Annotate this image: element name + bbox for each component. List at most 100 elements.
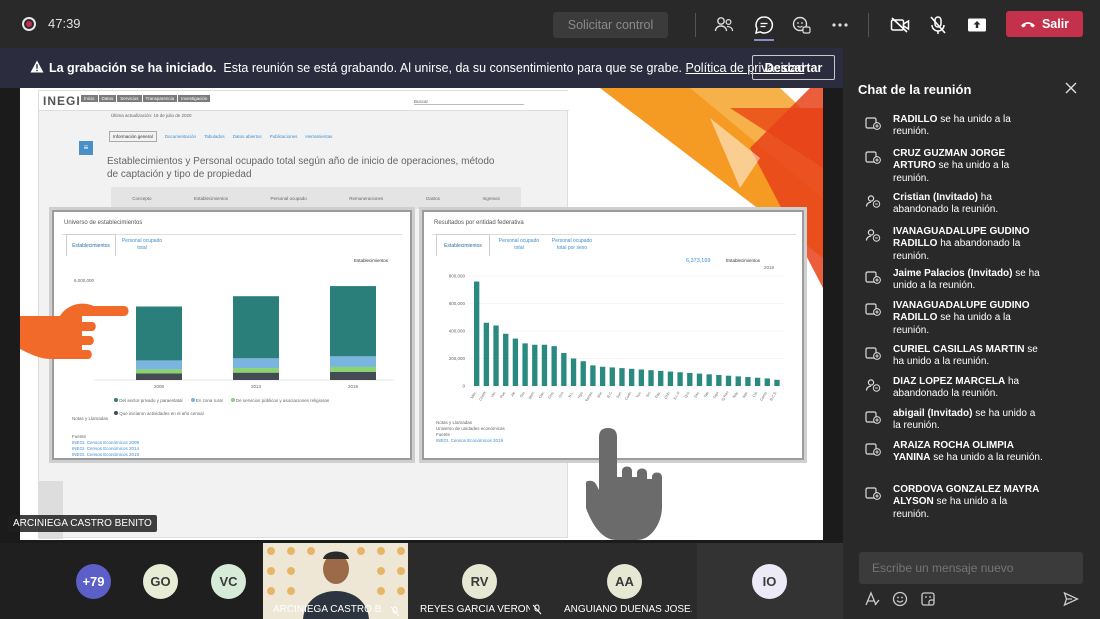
warning-icon	[30, 60, 44, 73]
x-tick-label: Yuc.	[635, 391, 642, 399]
meeting-timer: 47:39	[48, 16, 81, 31]
subtab[interactable]: Publicaciones	[270, 131, 298, 142]
site-nav-item[interactable]: Servicios	[117, 95, 142, 102]
bar-segment	[136, 360, 182, 370]
x-tick-label: Q.Roo	[721, 391, 730, 402]
participants-icon[interactable]	[711, 12, 737, 38]
source-label: Fuente	[72, 434, 87, 439]
chat-message-text: ARAIZA ROCHA OLIMPIA YANINA se ha unido …	[893, 440, 1043, 465]
bar	[648, 370, 654, 386]
source-link[interactable]: INEGI. Censos Económicos 2019	[72, 452, 139, 457]
chat-message-text: RADILLO se ha unido a la reunión.	[893, 114, 1043, 139]
bar	[599, 366, 606, 386]
reactions-icon[interactable]	[788, 12, 814, 38]
bar-segment	[330, 366, 376, 372]
x-tick-label: Dgo.	[712, 391, 719, 400]
source-link[interactable]: INEGI. Censos Económicos 2009	[72, 440, 139, 445]
x-tick-label: Oax.	[538, 391, 545, 400]
bar	[706, 374, 712, 386]
share-screen-icon[interactable]	[964, 12, 990, 38]
participant-name: REYES GARCIA VERON...	[420, 604, 530, 615]
participant-tile[interactable]: AA ANGUIANO DUEÑAS JOSE...	[552, 543, 697, 619]
leave-icon	[865, 195, 881, 208]
bar-segment	[330, 286, 376, 357]
format-icon[interactable]	[863, 590, 881, 608]
notes-heading: Notas y Llamadas	[436, 420, 473, 425]
subtab[interactable]: Tabulados	[204, 131, 225, 142]
join-icon	[865, 117, 881, 130]
source-link[interactable]: INEGI. Censos Económicos 2019	[436, 438, 503, 443]
table-header: Concepto Establecimientos Personal ocupa…	[111, 187, 521, 209]
chat-icon[interactable]	[751, 12, 777, 41]
legend-items: Del sector privado y paraestatal En zona…	[114, 398, 394, 416]
bar-segment	[136, 306, 182, 361]
avatar[interactable]: VC	[211, 564, 246, 599]
bar	[580, 361, 586, 386]
legend-label: Del sector privado y paraestatal	[119, 398, 183, 403]
legend-label: Que iniciaron actividades en el año cens…	[119, 411, 204, 416]
leave-label: Salir	[1041, 17, 1070, 31]
toolbar-divider	[868, 13, 869, 37]
participant-name: ANGUIANO DUEÑAS JOSE...	[564, 604, 692, 615]
state-bar-chart: 800,000 600,000 400,000 200,000 0 Méx. CDMX Ver…	[449, 274, 784, 403]
avatar[interactable]: GO	[143, 564, 178, 599]
tab-personal-ocupado[interactable]: Personal ocupado total	[494, 238, 544, 252]
subtab[interactable]: Documentación	[165, 131, 196, 142]
bar	[638, 369, 645, 386]
banner-title: La grabación se ha iniciado.	[49, 61, 217, 75]
participant-tile[interactable]: RV REYES GARCIA VERON...	[408, 543, 552, 619]
table-header-cell: Establecimientos	[193, 195, 228, 201]
site-search[interactable]: Buscar	[414, 99, 524, 105]
bar	[745, 377, 751, 386]
chat-message-text: CORDOVA GONZALEZ MAYRA ALYSON se ha unid…	[893, 484, 1043, 521]
tab-establecimientos[interactable]: Establecimientos	[66, 234, 116, 256]
chat-message-text: CRUZ GUZMAN JORGE ARTURO se ha unido a l…	[893, 148, 1043, 185]
bar	[551, 346, 557, 386]
more-options-icon[interactable]	[827, 12, 853, 38]
camera-off-icon[interactable]	[887, 12, 913, 38]
bar	[735, 376, 741, 386]
tab-personal-ocupado[interactable]: Personal ocupado total	[120, 238, 164, 252]
bar	[774, 379, 780, 386]
tab-establecimientos[interactable]: Establecimientos	[436, 234, 490, 256]
phone-icon	[1020, 22, 1035, 28]
shared-screen: INEGI Inicio Datos Servicios Transparenc…	[0, 88, 843, 543]
subtab[interactable]: Datos abiertos	[233, 131, 262, 142]
x-tick-label: 2008	[154, 384, 165, 389]
request-control-button[interactable]: Solicitar control	[553, 12, 668, 38]
y-tick-label: 200,000	[449, 356, 466, 361]
sticker-icon[interactable]	[919, 590, 937, 608]
presenter-video-tile[interactable]: ARCINIEGA CASTRO B...	[263, 543, 408, 619]
presenter-name-tag: ARCINIEGA CASTRO BENITO	[8, 515, 157, 532]
x-tick-label: Son.	[616, 391, 623, 399]
participant-tile[interactable]: IO	[697, 543, 843, 619]
menu-icon[interactable]: ≡	[79, 141, 93, 155]
subtab[interactable]: Información general	[109, 131, 157, 142]
banner-message: Esta reunión se está grabando. Al unirse…	[223, 61, 683, 75]
emoji-icon[interactable]	[891, 590, 909, 608]
chat-message-author: abigail (Invitado)	[893, 408, 973, 419]
mic-off-icon[interactable]	[925, 12, 951, 38]
more-participants-badge[interactable]: +79	[76, 564, 111, 599]
left-panel-title: Universo de establecimientos	[64, 220, 143, 226]
y-tick-label: 0	[462, 384, 465, 389]
x-tick-label: Sin.	[645, 391, 652, 398]
source-link[interactable]: INEGI. Censos Económicos 2014	[72, 446, 139, 451]
site-nav-item[interactable]: Inicio	[81, 95, 98, 102]
leave-button[interactable]: Salir	[1006, 11, 1083, 37]
send-icon[interactable]	[1063, 591, 1079, 607]
site-nav-item[interactable]: Datos	[98, 95, 117, 102]
tab-personal-por-sexo[interactable]: Personal ocupado total por sexo	[548, 238, 596, 252]
dismiss-button[interactable]: Descartar	[752, 55, 835, 80]
site-nav-item[interactable]: Transparencia	[142, 95, 178, 102]
chat-message-input[interactable]	[859, 552, 1083, 584]
x-tick-label: Tab.	[703, 391, 710, 399]
site-logo: INEGI	[43, 94, 81, 108]
join-icon	[865, 303, 881, 316]
avatar: IO	[752, 564, 787, 599]
banner-text: La grabación se ha iniciado. Esta reunió…	[49, 61, 804, 75]
site-nav-item[interactable]: Investigación	[178, 95, 211, 102]
legend-item: Del sector privado y paraestatal	[114, 398, 183, 403]
close-icon[interactable]	[1063, 80, 1079, 96]
subtab[interactable]: Herramientas	[305, 131, 332, 142]
